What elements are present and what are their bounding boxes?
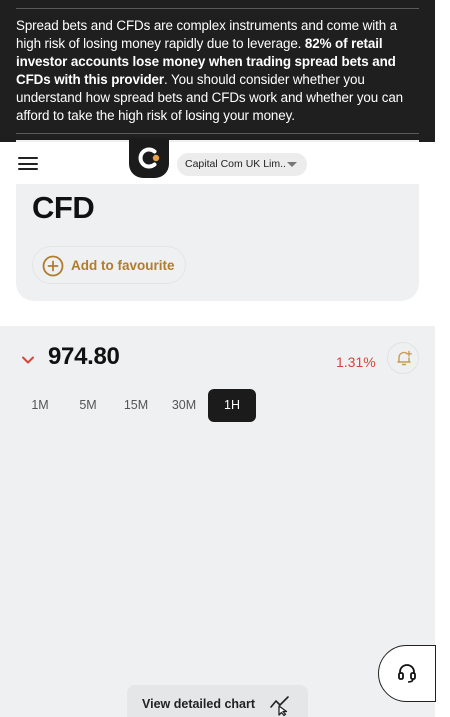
timeframe-30m[interactable]: 30M [160, 389, 208, 422]
view-detailed-chart-label: View detailed chart [142, 697, 256, 711]
timeframe-15m[interactable]: 15M [112, 389, 160, 422]
risk-warning-text: Spread bets and CFDs are complex instrum… [16, 17, 420, 125]
quote-panel: 974.80 1.31% 1M 5M 15M 30M 1H View detai… [0, 326, 435, 717]
risk-warning-banner: Spread bets and CFDs are complex instrum… [0, 0, 435, 142]
entity-selector[interactable]: Capital Com UK Lim... [177, 153, 307, 176]
caret-down-icon [287, 162, 297, 167]
headset-icon [398, 664, 416, 683]
timeframe-5m[interactable]: 5M [64, 389, 112, 422]
banner-divider-bottom [16, 133, 419, 134]
chart-cursor-icon [270, 696, 289, 716]
bell-plus-icon [397, 350, 412, 366]
instrument-title: CFD [32, 190, 95, 225]
view-detailed-chart-button[interactable]: View detailed chart [127, 685, 308, 717]
entity-selector-label: Capital Com UK Lim... [185, 158, 285, 170]
add-to-favourite-label: Add to favourite [71, 258, 175, 273]
add-to-favourite-button[interactable]: Add to favourite [32, 246, 186, 284]
timeframe-1m[interactable]: 1M [16, 389, 64, 422]
timeframe-1h[interactable]: 1H [208, 389, 256, 422]
plus-circle-icon [42, 255, 64, 277]
support-chat-button[interactable] [378, 645, 436, 702]
site-header: Capital Com UK Lim... [0, 138, 435, 184]
price-chart-area[interactable] [0, 431, 435, 676]
price-change-percent: 1.31% [336, 354, 376, 370]
hamburger-menu-icon[interactable] [18, 157, 38, 170]
current-price: 974.80 [48, 343, 120, 370]
chevron-down-icon [22, 356, 34, 364]
banner-divider-top [16, 8, 419, 9]
capital-com-logo[interactable] [129, 138, 169, 178]
price-alert-button[interactable] [387, 342, 419, 374]
